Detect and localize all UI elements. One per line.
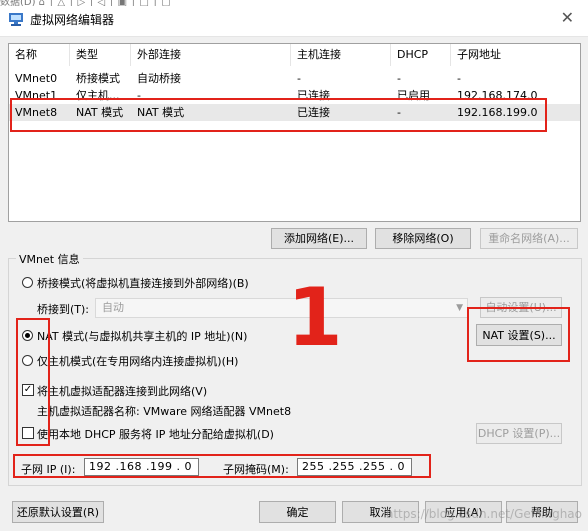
annotation-step-number: 1 [287,271,343,364]
watermark-text: https://blog.csdn.net/GeMinghao [385,507,582,521]
dhcp-settings-button[interactable]: DHCP 设置(P)... [476,423,562,444]
row-host: - [297,72,301,85]
row-type: 桥接模式 [76,72,120,85]
vmnet-info-label: VMnet 信息 [16,251,83,267]
ok-button[interactable]: 确定 [259,501,336,523]
network-list[interactable]: 名称 类型 外部连接 主机连接 DHCP 子网地址 VMnet0 桥接模式 自动… [8,43,581,222]
bridged-to-value: 自动 [102,301,124,314]
annotation-highlight-subnet [13,454,431,478]
row-subnet: - [457,72,461,85]
nat-mode-label[interactable]: NAT 模式(与虚拟机共享主机的 IP 地址)(N) [37,328,247,344]
background-toolbar-strip: 数据(D) ⌂ │ △ │ ▷ │ ◁ │ ▣ │ □ │ ▢ [0,0,588,6]
column-header-subnet[interactable]: 子网地址 [451,44,580,66]
row-external: 自动桥接 [137,72,181,85]
column-header-external[interactable]: 外部连接 [131,44,291,66]
connect-adapter-label[interactable]: 将主机虚拟适配器连接到此网络(V) [37,383,207,399]
bridged-to-label: 桥接到(T): [37,303,90,316]
rename-network-button[interactable]: 重命名网络(A)... [480,228,578,249]
bridged-to-select[interactable]: 自动 ▼ [95,298,468,318]
annotation-highlight-options [16,318,50,446]
restore-defaults-button[interactable]: 还原默认设置(R) [12,501,104,523]
table-row[interactable]: VMnet0 桥接模式 自动桥接 - - - [9,70,580,87]
column-header-dhcp[interactable]: DHCP [391,44,451,66]
use-dhcp-label[interactable]: 使用本地 DHCP 服务将 IP 地址分配给虚拟机(D) [37,426,274,442]
column-header-host[interactable]: 主机连接 [291,44,391,66]
list-header: 名称 类型 外部连接 主机连接 DHCP 子网地址 [9,44,580,66]
column-header-type[interactable]: 类型 [70,44,131,66]
add-network-button[interactable]: 添加网络(E)... [271,228,367,249]
row-name: VMnet0 [15,72,58,85]
annotation-highlight-vmnet8 [10,98,547,132]
bridged-mode-radio[interactable] [22,277,33,288]
row-dhcp: - [397,72,401,85]
adapter-name-label: 主机虚拟适配器名称: VMware 网络适配器 VMnet8 [37,405,292,418]
bridged-mode-label[interactable]: 桥接模式(将虚拟机直接连接到外部网络)(B) [37,275,249,291]
close-icon[interactable]: ✕ [561,8,574,27]
remove-network-button[interactable]: 移除网络(O) [375,228,471,249]
host-only-label[interactable]: 仅主机模式(在专用网络内连接虚拟机)(H) [37,353,238,369]
column-header-name[interactable]: 名称 [9,44,70,66]
network-editor-icon [9,13,23,26]
window-title: 虚拟网络编辑器 [30,13,115,27]
chevron-down-icon: ▼ [456,303,463,313]
annotation-highlight-nat-settings [467,307,570,362]
